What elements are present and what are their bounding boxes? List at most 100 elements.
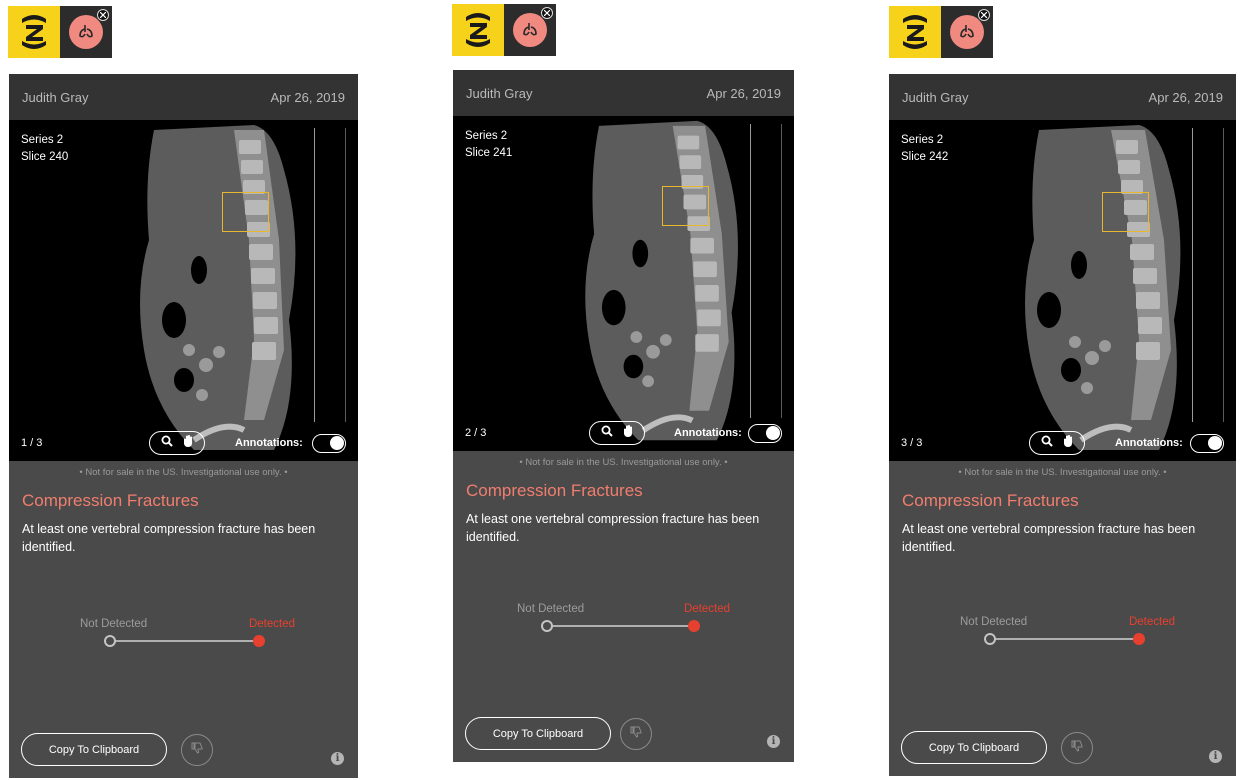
hand-icon[interactable] — [182, 434, 194, 453]
lungs-icon — [69, 15, 103, 49]
annotations-toggle[interactable] — [748, 424, 782, 443]
hand-icon[interactable] — [1062, 434, 1074, 453]
series-label: Series 2 — [21, 134, 64, 146]
close-icon[interactable] — [97, 9, 109, 21]
roi-annotation-box[interactable] — [222, 192, 269, 232]
feedback-button[interactable] — [620, 718, 652, 750]
finding-title: Compression Fractures — [22, 491, 199, 510]
image-viewer[interactable]: Series 2 Slice 240 1 / 3 Annotations: — [9, 120, 358, 461]
toggle-knob — [1208, 436, 1222, 450]
finding-title: Compression Fractures — [466, 481, 643, 500]
patient-name: Judith Gray — [902, 89, 969, 105]
ai-module-badge[interactable] — [504, 4, 556, 56]
detected-dot — [688, 620, 700, 632]
not-detected-label: Not Detected — [960, 616, 1028, 628]
app-badge-row — [8, 6, 112, 58]
zebra-logo-icon — [889, 6, 941, 58]
app-badge-row — [452, 4, 556, 56]
ai-module-badge[interactable] — [60, 6, 112, 58]
magnifier-icon[interactable] — [1041, 434, 1053, 452]
panel-header: Judith Gray Apr 26, 2019 — [889, 74, 1236, 120]
viewer-tools — [149, 431, 205, 455]
zebra-logo-icon — [8, 6, 60, 58]
copy-to-clipboard-button[interactable]: Copy To Clipboard — [901, 731, 1047, 764]
slice-scrollbar[interactable] — [314, 128, 346, 422]
info-icon[interactable]: i — [767, 735, 780, 748]
viewer-tools — [1029, 431, 1085, 455]
thumbs-down-icon — [191, 741, 203, 759]
annotations-label: Annotations: — [235, 437, 303, 449]
image-viewer[interactable]: Series 2 Slice 241 2 / 3 Annotations: — [453, 116, 794, 451]
panel-header: Judith Gray Apr 26, 2019 — [9, 74, 358, 120]
finding-description: At least one vertebral compression fract… — [22, 522, 316, 554]
detection-indicator: Not Detected Detected — [80, 618, 295, 658]
zebra-logo-icon — [452, 4, 504, 56]
annotations-toggle[interactable] — [1190, 434, 1224, 453]
close-icon[interactable] — [541, 7, 553, 19]
not-detected-dot — [541, 620, 553, 632]
patient-name: Judith Gray — [466, 85, 533, 101]
indicator-line — [110, 640, 259, 642]
annotations-toggle[interactable] — [312, 434, 346, 453]
magnifier-icon[interactable] — [161, 434, 173, 452]
finding-description: At least one vertebral compression fract… — [902, 522, 1196, 554]
page-counter: 2 / 3 — [465, 427, 487, 439]
detected-label: Detected — [248, 618, 295, 630]
study-date: Apr 26, 2019 — [1148, 89, 1223, 105]
finding-panel: Judith Gray Apr 26, 2019 Series 2 Slice … — [453, 70, 794, 762]
lungs-icon — [513, 13, 547, 47]
not-detected-dot — [984, 633, 996, 645]
feedback-button[interactable] — [181, 734, 213, 766]
finding-title: Compression Fractures — [902, 491, 1079, 510]
ct-sagittal-image — [140, 125, 296, 450]
image-viewer[interactable]: Series 2 Slice 242 3 / 3 Annotations: — [889, 120, 1236, 461]
close-icon[interactable] — [978, 9, 990, 21]
lungs-icon — [950, 15, 984, 49]
copy-to-clipboard-button[interactable]: Copy To Clipboard — [465, 717, 611, 750]
not-detected-label: Not Detected — [517, 603, 585, 615]
patient-name: Judith Gray — [22, 89, 89, 105]
study-date: Apr 26, 2019 — [270, 89, 345, 105]
not-detected-label: Not Detected — [80, 618, 148, 630]
info-icon[interactable]: i — [331, 752, 344, 765]
series-label: Series 2 — [901, 134, 944, 146]
roi-annotation-box[interactable] — [662, 186, 709, 226]
thumbs-down-icon — [630, 725, 642, 743]
study-date: Apr 26, 2019 — [706, 85, 781, 101]
detected-dot — [253, 635, 265, 647]
detected-dot — [1133, 633, 1145, 645]
detection-indicator: Not Detected Detected — [960, 616, 1175, 656]
page-counter: 1 / 3 — [21, 437, 43, 449]
slice-scrollbar[interactable] — [750, 124, 782, 418]
disclaimer: • Not for sale in the US. Investigationa… — [519, 457, 728, 468]
slice-label: Slice 240 — [21, 151, 69, 163]
thumbs-down-icon — [1071, 739, 1083, 757]
toggle-knob — [766, 426, 780, 440]
roi-annotation-box[interactable] — [1102, 192, 1149, 232]
hand-icon[interactable] — [622, 424, 634, 443]
info-icon[interactable]: i — [1209, 750, 1222, 763]
toggle-knob — [330, 436, 344, 450]
disclaimer: • Not for sale in the US. Investigationa… — [958, 467, 1167, 478]
page-counter: 3 / 3 — [901, 437, 923, 449]
annotations-label: Annotations: — [674, 427, 742, 439]
copy-to-clipboard-button[interactable]: Copy To Clipboard — [21, 733, 167, 766]
slice-scrollbar[interactable] — [1192, 128, 1224, 422]
disclaimer: • Not for sale in the US. Investigationa… — [79, 467, 288, 478]
feedback-button[interactable] — [1061, 732, 1093, 764]
series-info: Series 2 Slice 241 — [465, 128, 512, 162]
slice-label: Slice 241 — [465, 147, 513, 159]
ai-module-badge[interactable] — [941, 6, 993, 58]
app-badge-row — [889, 6, 993, 58]
slice-label: Slice 242 — [901, 151, 949, 163]
indicator-line — [547, 625, 694, 627]
series-label: Series 2 — [465, 130, 508, 142]
finding-panel: Judith Gray Apr 26, 2019 Series 2 Slice … — [889, 74, 1236, 776]
finding-panel: Judith Gray Apr 26, 2019 Series 2 Slice … — [9, 74, 358, 778]
series-info: Series 2 Slice 240 — [21, 132, 68, 166]
detected-label: Detected — [1128, 616, 1175, 628]
not-detected-dot — [104, 635, 116, 647]
indicator-line — [990, 638, 1139, 640]
detected-label: Detected — [683, 603, 730, 615]
magnifier-icon[interactable] — [601, 424, 613, 442]
